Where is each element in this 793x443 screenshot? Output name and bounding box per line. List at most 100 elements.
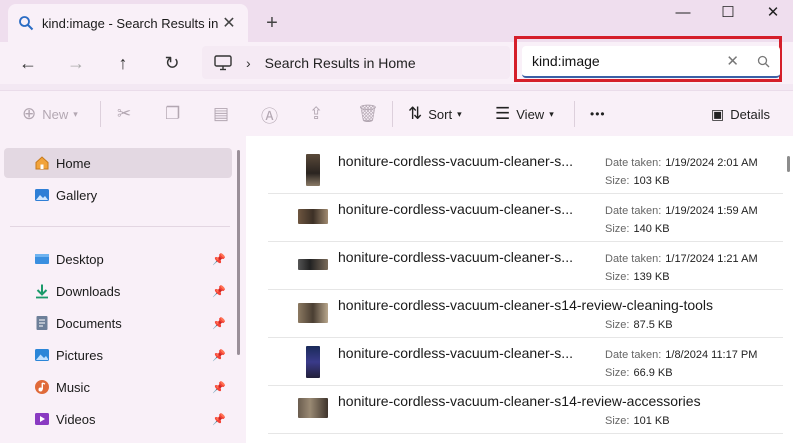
new-button[interactable]: ⊕ New ▾ bbox=[22, 91, 78, 137]
list-item[interactable]: honiture-cordless-vacuum-cleaner-s14-rev… bbox=[268, 290, 783, 338]
search-icon bbox=[19, 16, 34, 31]
copy-button[interactable]: ❐ bbox=[165, 91, 186, 137]
details-label: Details bbox=[730, 106, 770, 122]
trash-icon: 🗑 bbox=[357, 104, 379, 123]
sidebar-item-desktop[interactable]: Desktop 📌 bbox=[4, 244, 232, 274]
address-bar[interactable]: › Search Results in Home bbox=[202, 46, 510, 79]
toolbar-divider bbox=[100, 101, 101, 127]
sidebar-item-videos[interactable]: Videos 📌 bbox=[4, 404, 232, 434]
sidebar-item-home[interactable]: Home bbox=[4, 148, 232, 178]
details-button[interactable]: ▣ Details bbox=[711, 91, 770, 137]
paste-button[interactable]: ▤ bbox=[213, 91, 235, 137]
chevron-down-icon: ▾ bbox=[549, 108, 554, 119]
up-button[interactable]: ↑ bbox=[108, 48, 138, 78]
music-icon bbox=[35, 380, 49, 394]
file-size: Size: 140 KB bbox=[605, 223, 670, 235]
list-item[interactable]: honiture-cordless-vacuum-cleaner-s... Da… bbox=[268, 194, 783, 242]
list-item[interactable]: honiture-cordless-vacuum-cleaner-s... Da… bbox=[268, 242, 783, 290]
pictures-icon bbox=[35, 349, 49, 361]
more-options-button[interactable]: ••• bbox=[590, 91, 606, 137]
tab-close-icon[interactable]: ✕ bbox=[220, 13, 238, 33]
file-name: honiture-cordless-vacuum-cleaner-s... bbox=[338, 153, 573, 169]
date-taken: Date taken: 1/19/2024 2:01 AM bbox=[605, 157, 758, 169]
close-window-button[interactable]: ✕ bbox=[750, 0, 793, 30]
image-thumbnail bbox=[298, 398, 328, 418]
search-icon[interactable] bbox=[757, 55, 770, 68]
nav-pane-scrollbar[interactable] bbox=[237, 150, 240, 355]
share-icon: ⇪ bbox=[309, 104, 324, 123]
forward-button[interactable]: → bbox=[61, 48, 91, 78]
view-list-icon: ☰ bbox=[495, 104, 511, 123]
clipboard-icon: ▤ bbox=[213, 104, 230, 123]
list-item[interactable]: honiture-cordless-vacuum-cleaner-s... Da… bbox=[268, 146, 783, 194]
breadcrumb[interactable]: Search Results in Home bbox=[265, 55, 416, 71]
file-size: Size: 139 KB bbox=[605, 271, 670, 283]
sort-label: Sort bbox=[428, 106, 453, 122]
gallery-icon bbox=[35, 189, 49, 201]
image-thumbnail bbox=[306, 346, 320, 378]
search-input[interactable] bbox=[532, 53, 727, 69]
tab-title: kind:image - Search Results in bbox=[42, 15, 219, 31]
pin-icon[interactable]: 📌 bbox=[212, 253, 226, 266]
sort-icon: ⇅ bbox=[408, 104, 423, 123]
maximize-button[interactable]: ☐ bbox=[705, 0, 751, 30]
chevron-down-icon: ▾ bbox=[73, 108, 78, 119]
date-taken: Date taken: 1/8/2024 11:17 PM bbox=[605, 349, 758, 361]
file-size: Size: 66.9 KB bbox=[605, 367, 673, 379]
details-pane-icon: ▣ bbox=[711, 105, 725, 122]
sidebar-item-pictures[interactable]: Pictures 📌 bbox=[4, 340, 232, 370]
list-item[interactable]: honiture-cordless-vacuum-cleaner-s... Da… bbox=[268, 338, 783, 386]
copy-icon: ❐ bbox=[165, 104, 181, 123]
pin-icon[interactable]: 📌 bbox=[212, 413, 226, 426]
clear-search-icon[interactable]: ✕ bbox=[726, 52, 739, 70]
share-button[interactable]: ⇪ bbox=[309, 91, 329, 137]
chevron-right-icon: › bbox=[246, 54, 251, 71]
computer-icon bbox=[214, 54, 232, 70]
sidebar-item-gallery[interactable]: Gallery bbox=[4, 180, 232, 210]
sidebar-item-music[interactable]: Music 📌 bbox=[4, 372, 232, 402]
refresh-button[interactable]: ↻ bbox=[157, 48, 187, 78]
pin-icon[interactable]: 📌 bbox=[212, 317, 226, 330]
list-item[interactable]: honiture-cordless-vacuum-cleaner-s14-rev… bbox=[268, 386, 783, 434]
plus-circle-icon: ⊕ bbox=[22, 104, 37, 123]
download-icon bbox=[36, 284, 48, 299]
file-name: honiture-cordless-vacuum-cleaner-s... bbox=[338, 345, 573, 361]
pin-icon[interactable]: 📌 bbox=[212, 381, 226, 394]
file-name: honiture-cordless-vacuum-cleaner-s... bbox=[338, 249, 573, 265]
sidebar-item-downloads[interactable]: Downloads 📌 bbox=[4, 276, 232, 306]
file-size: Size: 101 KB bbox=[605, 415, 670, 427]
file-name: honiture-cordless-vacuum-cleaner-s... bbox=[338, 201, 573, 217]
file-size: Size: 103 KB bbox=[605, 175, 670, 187]
sidebar-divider bbox=[10, 226, 230, 227]
sidebar-item-documents[interactable]: Documents 📌 bbox=[4, 308, 232, 338]
back-button[interactable]: ← bbox=[13, 48, 43, 78]
image-thumbnail bbox=[306, 154, 320, 186]
results-scrollbar[interactable] bbox=[787, 156, 790, 172]
command-bar: ⊕ New ▾ ✂ ❐ ▤ Ⓐ ⇪ 🗑 ⇅ Sort ▾ ☰ View ▾ ••… bbox=[0, 90, 793, 136]
new-label: New bbox=[42, 106, 69, 122]
pin-icon[interactable]: 📌 bbox=[212, 349, 226, 362]
image-thumbnail bbox=[298, 303, 328, 323]
image-thumbnail bbox=[298, 259, 328, 270]
image-thumbnail bbox=[298, 209, 328, 224]
sort-button[interactable]: ⇅ Sort ▾ bbox=[408, 91, 462, 137]
delete-button[interactable]: 🗑 bbox=[357, 91, 385, 137]
toolbar-divider bbox=[574, 101, 575, 127]
chevron-down-icon: ▾ bbox=[457, 108, 462, 119]
rename-icon: Ⓐ bbox=[261, 106, 278, 126]
cut-button[interactable]: ✂ bbox=[117, 91, 137, 137]
view-label: View bbox=[516, 106, 545, 122]
new-tab-button[interactable]: + bbox=[258, 10, 286, 38]
rename-button[interactable]: Ⓐ bbox=[261, 91, 284, 137]
file-name: honiture-cordless-vacuum-cleaner-s14-rev… bbox=[338, 297, 714, 313]
tab-search-results[interactable]: kind:image - Search Results in ✕ bbox=[8, 4, 248, 42]
pin-icon[interactable]: 📌 bbox=[212, 285, 226, 298]
view-button[interactable]: ☰ View ▾ bbox=[495, 91, 554, 137]
desktop-icon bbox=[35, 254, 49, 264]
minimize-button[interactable]: — bbox=[660, 0, 706, 30]
file-name: honiture-cordless-vacuum-cleaner-s14-rev… bbox=[338, 393, 701, 409]
toolbar-divider bbox=[392, 101, 393, 127]
documents-icon bbox=[36, 316, 48, 330]
home-icon bbox=[35, 156, 49, 170]
date-taken: Date taken: 1/19/2024 1:59 AM bbox=[605, 205, 758, 217]
